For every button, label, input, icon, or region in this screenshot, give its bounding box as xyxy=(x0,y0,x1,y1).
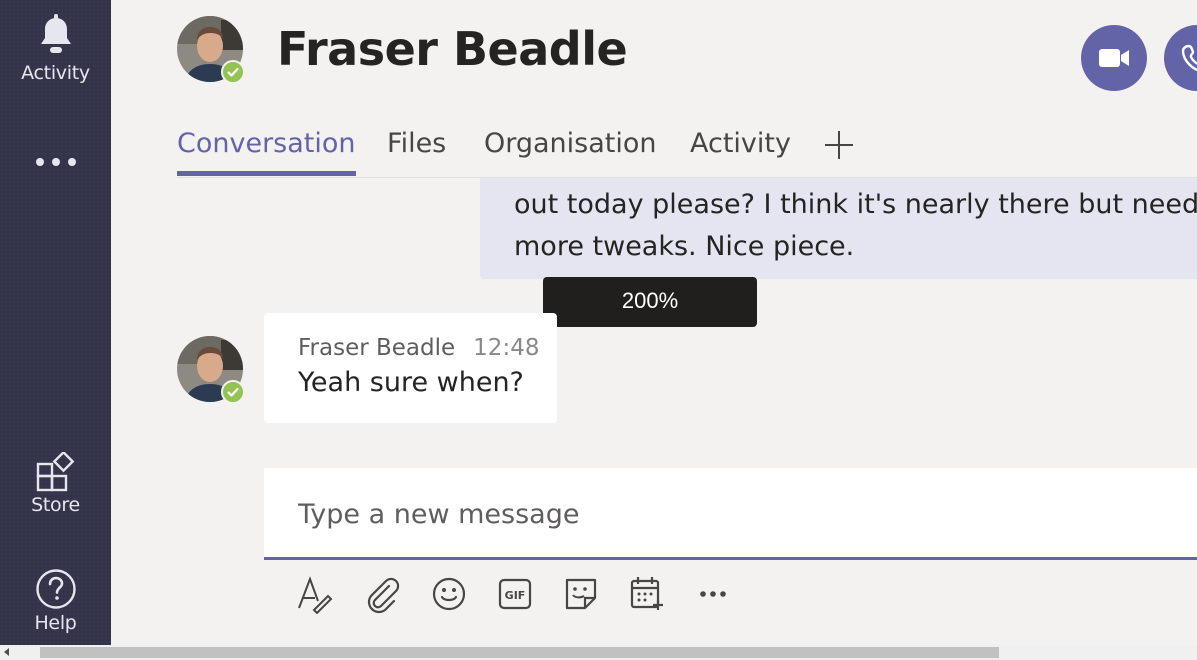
check-icon xyxy=(227,67,239,77)
video-call-button[interactable] xyxy=(1081,25,1147,91)
message-text-line: more tweaks. Nice piece. xyxy=(514,231,855,262)
tab-organisation[interactable]: Organisation xyxy=(484,128,657,176)
format-icon[interactable] xyxy=(296,574,336,614)
plus-icon xyxy=(824,131,854,167)
emoji-icon[interactable] xyxy=(429,574,469,614)
help-icon xyxy=(0,568,111,610)
message-author: Fraser Beadle xyxy=(298,335,456,361)
page-title: Fraser Beadle xyxy=(277,22,628,76)
audio-call-icon xyxy=(1164,43,1197,73)
rail-item-more[interactable] xyxy=(0,156,111,168)
bell-icon xyxy=(0,14,111,58)
svg-text:GIF: GIF xyxy=(505,589,526,602)
rail-item-label: Activity xyxy=(21,62,90,84)
scrollbar-thumb[interactable] xyxy=(40,647,999,658)
zoom-level-toast: 200% xyxy=(543,277,757,327)
sticker-icon[interactable] xyxy=(561,574,601,614)
tab-activity[interactable]: Activity xyxy=(690,128,791,176)
rail-item-help[interactable]: Help xyxy=(0,568,111,634)
scroll-left-icon[interactable] xyxy=(4,648,9,656)
message-text-line: out today please? I think it's nearly th… xyxy=(514,189,1197,220)
tab-conversation[interactable]: Conversation xyxy=(177,128,356,176)
rail-item-label: Help xyxy=(34,612,77,634)
attach-icon[interactable] xyxy=(362,574,402,614)
chat-pane: Fraser Beadle Conversation Files Organis… xyxy=(111,0,1197,645)
horizontal-scrollbar[interactable] xyxy=(0,645,1197,660)
video-call-icon xyxy=(1081,43,1147,73)
message-timestamp: 12:48 xyxy=(473,335,540,361)
my-message: out today please? I think it's nearly th… xyxy=(480,178,1197,279)
store-icon xyxy=(0,452,111,492)
rail-item-store[interactable]: Store xyxy=(0,452,111,516)
message-body: Yeah sure when? xyxy=(298,367,524,398)
avatar[interactable] xyxy=(177,16,245,84)
gif-icon[interactable]: GIF xyxy=(495,574,535,614)
message-card[interactable]: Fraser Beadle 12:48 Yeah sure when? xyxy=(264,313,557,423)
audio-call-button[interactable] xyxy=(1164,25,1197,91)
rail-item-label: Store xyxy=(31,494,80,516)
more-options-icon[interactable] xyxy=(693,574,733,614)
message-header: Fraser Beadle 12:48 xyxy=(298,335,557,361)
presence-badge xyxy=(221,60,245,84)
add-tab-button[interactable] xyxy=(824,130,854,178)
schedule-meeting-icon[interactable] xyxy=(627,574,667,614)
check-icon xyxy=(227,387,239,397)
presence-badge xyxy=(221,380,245,404)
rail-item-activity[interactable]: Activity xyxy=(0,14,111,84)
compose-box xyxy=(264,468,1197,560)
more-icon xyxy=(0,156,111,168)
app-rail: Activity Store Help xyxy=(0,0,111,645)
tab-files[interactable]: Files xyxy=(387,128,446,176)
avatar[interactable] xyxy=(177,336,245,404)
message-input[interactable] xyxy=(298,494,998,534)
